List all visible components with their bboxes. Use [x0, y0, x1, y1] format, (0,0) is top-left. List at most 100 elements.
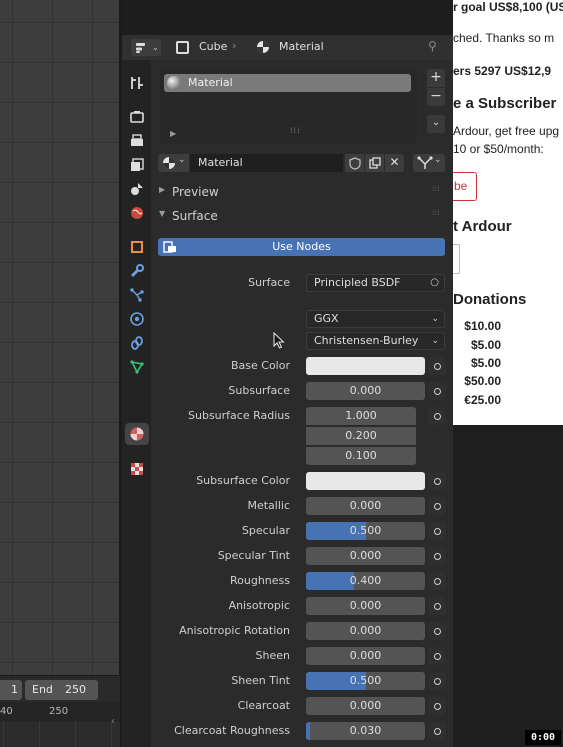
metallic-socket-button[interactable] — [428, 497, 446, 515]
anisotropic-rotation-socket-button[interactable] — [428, 622, 446, 640]
drag-handle-icon[interactable]: ⁞⁞⁞ — [432, 184, 440, 193]
tab-material[interactable] — [125, 423, 149, 445]
chevron-down-icon: ⌄ — [434, 155, 442, 165]
subsurface-radius-socket-button[interactable] — [428, 407, 446, 425]
clock-display: 0:00 — [525, 730, 561, 745]
physics-icon — [130, 312, 144, 326]
tab-object[interactable] — [125, 236, 149, 258]
add-slot-button[interactable]: + — [427, 69, 445, 87]
subsurface-color-swatch[interactable] — [306, 472, 425, 490]
list-item[interactable]: Material — [164, 74, 411, 92]
end-frame-label: End — [32, 683, 53, 696]
subscribe-button[interactable]: be — [453, 172, 477, 201]
subscribe-button-label: be — [454, 179, 468, 193]
specular-tint-slider[interactable]: 0.000 — [306, 547, 425, 565]
panel-surface-header[interactable]: ▼ Surface ⁞⁞⁞ — [151, 205, 453, 227]
subsurface-radius-y-field[interactable]: 0.200 — [306, 427, 416, 445]
remove-slot-button[interactable]: − — [427, 88, 445, 106]
field-value: 0.100 — [345, 449, 377, 462]
timeline-tracks[interactable] — [0, 722, 120, 747]
close-icon: ✕ — [389, 155, 400, 169]
slot-specials-button[interactable]: ⌄ — [427, 115, 445, 133]
sheen-tint-slider[interactable]: 0.500 — [306, 672, 425, 690]
editor-type-icon — [136, 42, 145, 53]
tab-modifiers[interactable] — [125, 260, 149, 282]
subsurface-color-socket-button[interactable] — [428, 472, 446, 490]
subsurface-slider[interactable]: 0.000 — [306, 382, 425, 400]
end-frame-field[interactable]: End 250 — [25, 680, 98, 700]
material-name-field[interactable]: Material — [190, 154, 343, 172]
tab-render[interactable] — [125, 106, 149, 128]
webpage-text: ers 5297 US$12,9 — [453, 64, 552, 78]
socket-dot-icon: ○ — [430, 277, 439, 288]
resize-grip-icon[interactable]: ⁞⁞⁞ — [290, 126, 301, 135]
expanded-arrow-icon: ▼ — [159, 209, 166, 218]
end-frame-value: 250 — [65, 683, 86, 696]
tool-icon — [131, 77, 143, 89]
subsurface-color-label: Subsurface Color — [196, 474, 290, 487]
tab-particles[interactable] — [125, 284, 149, 306]
material-slot-list[interactable]: Material ▶ ⁞⁞⁞ — [160, 68, 417, 144]
anisotropic-socket-button[interactable] — [428, 597, 446, 615]
properties-editor: ⌄ Cube › Material ⚲ Material ▶ ⁞⁞⁞ + − ⌄… — [122, 35, 453, 747]
subsurface-radius-z-field[interactable]: 0.100 — [306, 447, 416, 465]
anisotropic-rotation-slider[interactable]: 0.000 — [306, 622, 425, 640]
roughness-label: Roughness — [229, 574, 290, 587]
slider-value: 0.500 — [349, 674, 382, 687]
specular-tint-socket-button[interactable] — [428, 547, 446, 565]
duplicate-material-button[interactable] — [365, 154, 384, 172]
editor-type-button[interactable]: ⌄ — [131, 39, 161, 56]
specular-slider[interactable]: 0.500 — [306, 522, 425, 540]
subsurface-socket-button[interactable] — [428, 382, 446, 400]
viewport-3d[interactable] — [0, 0, 120, 675]
subsurface-radius-x-field[interactable]: 1.000 — [306, 407, 416, 425]
base-color-label: Base Color — [230, 359, 290, 372]
tab-scene[interactable] — [125, 178, 149, 200]
base-color-swatch[interactable] — [306, 357, 425, 375]
drag-handle-icon[interactable]: ⁞⁞⁞ — [432, 208, 440, 217]
tab-data[interactable] — [125, 356, 149, 378]
link-mode-button[interactable]: ⌄ — [413, 154, 445, 172]
base-color-socket-button[interactable] — [428, 357, 446, 375]
tab-output[interactable] — [125, 130, 149, 152]
start-frame-field[interactable]: 1 — [0, 680, 22, 700]
material-properties: Material ▶ ⁞⁞⁞ + − ⌄ ⌄ Material ✕ ⌄ ▶ Pr… — [151, 60, 453, 747]
slider-value: 0.400 — [349, 574, 382, 587]
tab-view-layer[interactable] — [125, 154, 149, 176]
surface-shader-selector[interactable]: Principled BSDF ○ — [306, 274, 445, 292]
list-expand-icon[interactable]: ▶ — [170, 129, 176, 138]
anisotropic-slider[interactable]: 0.000 — [306, 597, 425, 615]
fake-user-button[interactable] — [345, 154, 364, 172]
material-browse-button[interactable]: ⌄ — [158, 154, 189, 172]
distribution-dropdown[interactable]: GGX ⌄ — [306, 310, 445, 328]
roughness-slider[interactable]: 0.400 — [306, 572, 425, 590]
metallic-slider[interactable]: 0.000 — [306, 497, 425, 515]
subsurface-method-dropdown[interactable]: Christensen-Burley ⌄ — [306, 332, 445, 350]
panel-preview-header[interactable]: ▶ Preview ⁞⁞⁞ — [151, 181, 453, 203]
clearcoat-slider[interactable]: 0.000 — [306, 697, 425, 715]
anisotropic-rotation-label: Anisotropic Rotation — [179, 624, 290, 637]
clearcoat-socket-button[interactable] — [428, 697, 446, 715]
tab-texture[interactable] — [125, 458, 149, 480]
clearcoat-roughness-socket-button[interactable] — [428, 722, 446, 740]
use-nodes-button[interactable]: Use Nodes — [158, 238, 445, 256]
specular-socket-button[interactable] — [428, 522, 446, 540]
sheen-tint-socket-button[interactable] — [428, 672, 446, 690]
timeline-ruler[interactable]: 40 250 — [0, 702, 120, 722]
pin-icon[interactable]: ⚲ — [428, 39, 437, 53]
field-value: 0.200 — [345, 429, 377, 442]
tab-world[interactable] — [125, 202, 149, 224]
sheen-slider[interactable]: 0.000 — [306, 647, 425, 665]
breadcrumb-object: Cube — [199, 40, 228, 53]
roughness-socket-button[interactable] — [428, 572, 446, 590]
chevron-left-icon[interactable]: ‹ — [111, 716, 115, 727]
webpage-input[interactable] — [453, 244, 460, 274]
clearcoat-roughness-slider[interactable]: 0.030 — [306, 722, 425, 740]
material-icon — [163, 157, 175, 169]
tab-physics[interactable] — [125, 308, 149, 330]
tab-constraints[interactable] — [125, 332, 149, 354]
unlink-material-button[interactable]: ✕ — [385, 154, 404, 172]
sheen-socket-button[interactable] — [428, 647, 446, 665]
tab-tool[interactable] — [125, 72, 149, 94]
material-tab-icon — [130, 427, 144, 441]
